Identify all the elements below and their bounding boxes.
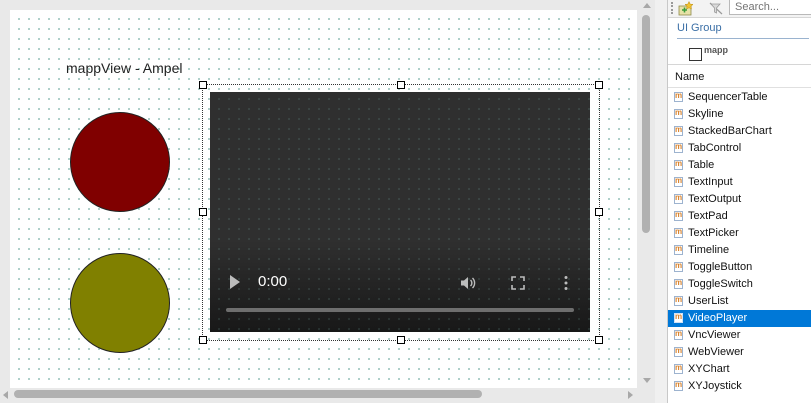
filter-icon[interactable] bbox=[708, 1, 724, 16]
panel-splitter[interactable] bbox=[655, 0, 667, 403]
widget-list-item-label: XYChart bbox=[688, 363, 730, 375]
widget-list-item-label: WebViewer bbox=[688, 346, 744, 358]
play-icon[interactable] bbox=[230, 275, 240, 289]
widget-list-item[interactable]: XYJoystick bbox=[668, 376, 811, 395]
widget-icon bbox=[674, 138, 683, 155]
scroll-right-icon[interactable] bbox=[628, 391, 633, 399]
volume-icon[interactable] bbox=[460, 276, 476, 290]
vertical-scrollbar[interactable] bbox=[639, 0, 655, 387]
widget-icon bbox=[674, 172, 683, 189]
widget-icon bbox=[674, 291, 683, 308]
video-player[interactable]: 0:00 bbox=[210, 92, 590, 332]
red-lamp[interactable] bbox=[70, 112, 170, 212]
widget-icon bbox=[674, 104, 683, 121]
toolbox-toolbar bbox=[668, 0, 811, 18]
widget-icon bbox=[674, 257, 683, 274]
widget-icon bbox=[674, 359, 683, 376]
resize-handle-sw[interactable] bbox=[199, 336, 207, 344]
video-time: 0:00 bbox=[258, 273, 288, 290]
more-options-icon[interactable] bbox=[563, 275, 569, 291]
ui-group-section: UI Group mapp bbox=[668, 18, 811, 65]
scroll-down-icon[interactable] bbox=[643, 378, 651, 383]
widget-list-item[interactable]: ToggleSwitch bbox=[668, 274, 811, 293]
toolbar-grip[interactable] bbox=[671, 2, 675, 14]
widget-icon bbox=[674, 223, 683, 240]
widget-list-item[interactable]: StackedBarChart bbox=[668, 121, 811, 140]
widget-icon bbox=[674, 121, 683, 138]
widget-list-item-label: TextPicker bbox=[688, 227, 739, 239]
widget-icon bbox=[674, 376, 683, 393]
widget-list-item-label: TabControl bbox=[688, 142, 742, 154]
widget-list-item[interactable]: TextOutput bbox=[668, 189, 811, 208]
widget-icon bbox=[674, 240, 683, 257]
widget-list-item-label: TextInput bbox=[688, 176, 733, 188]
resize-handle-nw[interactable] bbox=[199, 81, 207, 89]
widget-list-item-label: UserList bbox=[688, 295, 729, 307]
page-title: mappView - Ampel bbox=[66, 60, 183, 76]
widget-list-item[interactable]: ToggleButton bbox=[668, 257, 811, 276]
scroll-left-icon[interactable] bbox=[3, 391, 8, 399]
widget-icon bbox=[674, 155, 683, 172]
widget-list-item[interactable]: Table bbox=[668, 155, 811, 174]
add-widget-icon[interactable] bbox=[678, 1, 694, 16]
group-title: UI Group bbox=[677, 22, 722, 34]
resize-handle-s[interactable] bbox=[397, 336, 405, 344]
resize-handle-e[interactable] bbox=[595, 208, 603, 216]
toolbox-panel: UI Group mapp Name SequencerTable Skyline… bbox=[667, 0, 811, 403]
widget-list-item-label: Timeline bbox=[688, 244, 730, 256]
widget-list-item-label: VncViewer bbox=[688, 329, 741, 341]
horizontal-scrollbar[interactable] bbox=[0, 388, 639, 403]
widget-list-item[interactable]: TextPicker bbox=[668, 223, 811, 242]
column-header-label: Name bbox=[675, 71, 705, 83]
widget-list-item[interactable]: VideoPlayer bbox=[668, 308, 811, 327]
widget-list-item[interactable]: UserList bbox=[668, 291, 811, 310]
designer-area: mappView - Ampel 0:00 bbox=[0, 0, 655, 403]
resize-handle-n[interactable] bbox=[397, 81, 405, 89]
widget-list-item[interactable]: Timeline bbox=[668, 240, 811, 259]
resize-handle-se[interactable] bbox=[595, 336, 603, 344]
yellow-lamp[interactable] bbox=[70, 253, 170, 353]
widget-list-item-label: TextPad bbox=[688, 210, 728, 222]
resize-handle-w[interactable] bbox=[199, 208, 207, 216]
widget-list: SequencerTable Skyline StackedBarChart TabC… bbox=[668, 87, 811, 395]
widget-list-item-label: StackedBarChart bbox=[688, 125, 772, 137]
resize-handle-ne[interactable] bbox=[595, 81, 603, 89]
widget-list-item-label: TextOutput bbox=[688, 193, 742, 205]
widget-icon bbox=[674, 274, 683, 291]
horizontal-scroll-thumb[interactable] bbox=[14, 390, 482, 398]
widget-list-item-label: XYJoystick bbox=[688, 380, 742, 392]
group-item-label: mapp bbox=[704, 45, 729, 55]
widget-list-item[interactable]: WebViewer bbox=[668, 342, 811, 361]
scroll-up-icon[interactable] bbox=[643, 3, 651, 8]
video-progress-bar[interactable] bbox=[226, 308, 574, 312]
widget-list-item[interactable]: TabControl bbox=[668, 138, 811, 157]
widget-icon bbox=[674, 189, 683, 206]
widget-list-item-label: VideoPlayer bbox=[688, 312, 748, 324]
group-divider bbox=[677, 38, 809, 39]
widget-list-item-label: Skyline bbox=[688, 108, 724, 120]
fullscreen-icon[interactable] bbox=[511, 276, 525, 290]
widget-list-item[interactable]: VncViewer bbox=[668, 325, 811, 344]
widget-list-item[interactable]: Skyline bbox=[668, 104, 811, 123]
search-input[interactable] bbox=[729, 0, 811, 15]
column-header[interactable]: Name bbox=[668, 66, 811, 88]
widget-icon bbox=[674, 87, 683, 104]
widget-icon bbox=[674, 308, 683, 325]
widget-list-item-label: Table bbox=[688, 159, 715, 171]
widget-list-item-label: ToggleButton bbox=[688, 261, 753, 273]
widget-list-item-label: ToggleSwitch bbox=[688, 278, 753, 290]
widget-list-item[interactable]: XYChart bbox=[668, 359, 811, 378]
widget-list-item[interactable]: TextInput bbox=[668, 172, 811, 191]
vertical-scroll-thumb[interactable] bbox=[642, 15, 650, 233]
group-checkbox[interactable] bbox=[689, 48, 702, 61]
widget-icon bbox=[674, 325, 683, 342]
widget-list-item[interactable]: SequencerTable bbox=[668, 87, 811, 106]
widget-list-item-label: SequencerTable bbox=[688, 91, 768, 103]
widget-icon bbox=[674, 342, 683, 359]
widget-list-item[interactable]: TextPad bbox=[668, 206, 811, 225]
widget-icon bbox=[674, 206, 683, 223]
